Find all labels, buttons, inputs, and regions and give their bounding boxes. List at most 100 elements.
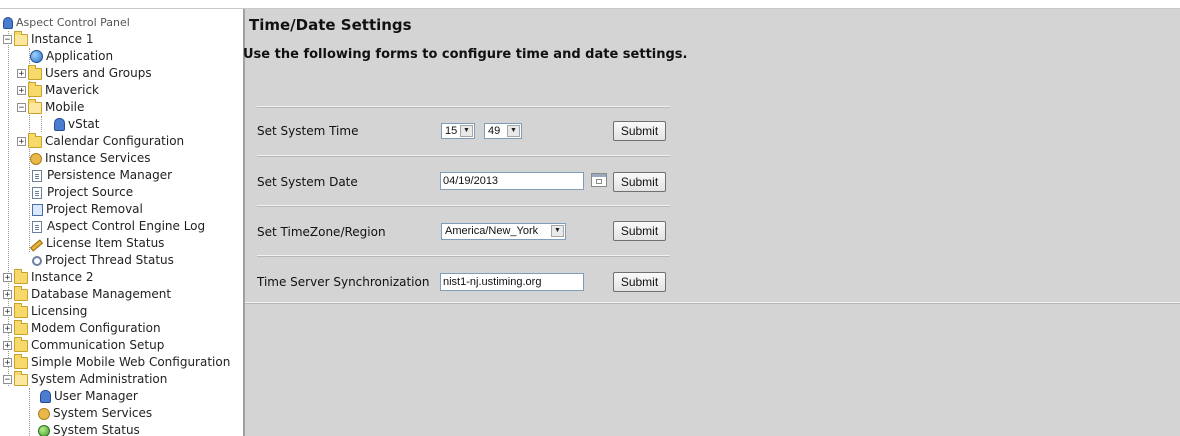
sidebar-item-label: Database Management	[31, 287, 172, 301]
content-divider	[245, 302, 1180, 304]
tree-line	[41, 116, 42, 132]
page-subtitle: Use the following forms to configure tim…	[243, 47, 688, 62]
sidebar-item-label: Mobile	[45, 100, 85, 114]
timezone-value: America/New_York	[445, 225, 539, 237]
dropdown-arrow-icon: ▼	[551, 225, 564, 237]
submit-time-button[interactable]: Submit	[613, 121, 666, 141]
sidebar-item-users-and-groups[interactable]: + Users and Groups	[17, 64, 152, 82]
sidebar-item-label: Persistence Manager	[47, 168, 173, 182]
sidebar-item-instance-services[interactable]: Instance Services	[30, 150, 150, 167]
sidebar-item-label: Users and Groups	[45, 66, 152, 80]
sidebar-item-system-administration[interactable]: − System Administration	[3, 370, 168, 388]
folder-icon	[14, 268, 28, 284]
sidebar-item-project-thread-status[interactable]: Project Thread Status	[32, 252, 174, 269]
sidebar-item-label: System Administration	[31, 372, 168, 386]
timezone-label: Set TimeZone/Region	[257, 225, 386, 239]
gear-icon	[38, 407, 50, 420]
time-server-input[interactable]: nist1-nj.ustiming.org	[440, 273, 584, 291]
sidebar-item-persistence-manager[interactable]: Persistence Manager	[32, 167, 172, 184]
sidebar-item-label: Aspect Control Panel	[16, 16, 130, 29]
calendar-icon[interactable]	[591, 173, 607, 187]
sidebar-item-instance-1[interactable]: − Instance 1	[3, 30, 94, 48]
section-divider	[257, 205, 670, 207]
system-date-label: Set System Date	[257, 175, 358, 189]
dropdown-arrow-icon: ▼	[460, 125, 473, 137]
sidebar-item-project-source[interactable]: Project Source	[32, 184, 133, 201]
sidebar-item-label: System Services	[53, 406, 153, 420]
section-divider	[257, 155, 670, 157]
sidebar-item-application[interactable]: Application	[30, 48, 113, 65]
sidebar-item-label: Project Removal	[46, 202, 143, 216]
sidebar-item-label: Maverick	[45, 83, 100, 97]
sidebar-item-label: Communication Setup	[31, 338, 165, 352]
sidebar-item-vstat[interactable]: vStat	[54, 116, 99, 133]
hour-value: 15	[445, 125, 458, 137]
expand-icon[interactable]: +	[3, 273, 12, 283]
folder-icon	[14, 285, 28, 301]
sidebar-item-user-manager[interactable]: User Manager	[40, 388, 138, 405]
expand-icon[interactable]: +	[3, 324, 12, 334]
sidebar-item-label: System Status	[53, 423, 140, 436]
sidebar-item-maverick[interactable]: + Maverick	[17, 81, 100, 99]
minute-value: 49	[488, 125, 501, 137]
time-server-label: Time Server Synchronization	[257, 275, 430, 289]
sidebar-item-project-removal[interactable]: Project Removal	[32, 201, 143, 218]
folder-open-icon	[14, 30, 28, 46]
sidebar-item-label: Licensing	[31, 304, 88, 318]
expand-icon[interactable]: +	[3, 358, 12, 368]
expand-icon[interactable]: +	[3, 290, 12, 300]
collapse-icon[interactable]: −	[17, 103, 26, 113]
sidebar-item-label: Calendar Configuration	[45, 134, 185, 148]
collapse-icon[interactable]: −	[3, 375, 12, 385]
dropdown-arrow-icon: ▼	[507, 125, 520, 137]
sidebar-item-calendar-configuration[interactable]: + Calendar Configuration	[17, 132, 185, 150]
folder-icon	[14, 302, 28, 318]
hour-select[interactable]: 15 ▼	[441, 123, 475, 139]
sidebar-item-modem-configuration[interactable]: + Modem Configuration	[3, 319, 161, 337]
sidebar-item-engine-log[interactable]: Aspect Control Engine Log	[32, 218, 205, 235]
sidebar-item-label: Aspect Control Engine Log	[47, 219, 206, 233]
sidebar-item-communication-setup[interactable]: + Communication Setup	[3, 336, 165, 354]
navigation-tree: Aspect Control Panel − Instance 1 Applica…	[0, 9, 245, 436]
sidebar-item-system-status[interactable]: System Status	[38, 422, 140, 436]
pencil-icon	[29, 239, 44, 252]
system-date-input[interactable]: 04/19/2013	[440, 172, 584, 190]
sidebar-item-aspect-control-panel[interactable]: Aspect Control Panel	[3, 14, 130, 31]
folder-icon	[14, 353, 28, 369]
collapse-icon[interactable]: −	[3, 35, 12, 45]
submit-timeserver-button[interactable]: Submit	[613, 272, 666, 292]
system-time-label: Set System Time	[257, 124, 359, 138]
panel-root-icon	[3, 16, 13, 29]
sidebar-item-mobile[interactable]: − Mobile	[17, 98, 85, 116]
expand-icon[interactable]: +	[17, 137, 26, 147]
expand-icon[interactable]: +	[3, 307, 12, 317]
expand-icon[interactable]: +	[17, 69, 26, 79]
magnifier-icon	[32, 255, 42, 266]
document-icon	[32, 186, 42, 199]
minute-select[interactable]: 49 ▼	[484, 123, 522, 139]
sidebar-item-simple-mobile-web-configuration[interactable]: + Simple Mobile Web Configuration	[3, 353, 230, 371]
sidebar-item-database-management[interactable]: + Database Management	[3, 285, 172, 303]
submit-date-button[interactable]: Submit	[613, 172, 666, 192]
removal-icon	[32, 203, 43, 216]
main-content: Time/Date Settings Use the following for…	[243, 9, 1180, 436]
timezone-select[interactable]: America/New_York ▼	[441, 223, 566, 240]
gear-icon	[30, 152, 42, 165]
user-icon	[54, 118, 65, 131]
tree-line	[29, 388, 30, 436]
submit-timezone-button[interactable]: Submit	[613, 221, 666, 241]
status-icon	[38, 424, 50, 436]
globe-icon	[30, 50, 43, 63]
expand-icon[interactable]: +	[3, 341, 12, 351]
page-title: Time/Date Settings	[249, 16, 412, 34]
sidebar-item-system-services[interactable]: System Services	[38, 405, 152, 422]
sidebar-item-label: License Item Status	[46, 236, 165, 250]
user-icon	[40, 390, 51, 403]
expand-icon[interactable]: +	[17, 86, 26, 96]
sidebar-item-license-item-status[interactable]: License Item Status	[29, 235, 165, 252]
folder-open-icon	[28, 98, 42, 114]
folder-icon	[28, 81, 42, 97]
sidebar-item-licensing[interactable]: + Licensing	[3, 302, 88, 320]
folder-icon	[28, 132, 42, 148]
sidebar-item-instance-2[interactable]: + Instance 2	[3, 268, 94, 286]
